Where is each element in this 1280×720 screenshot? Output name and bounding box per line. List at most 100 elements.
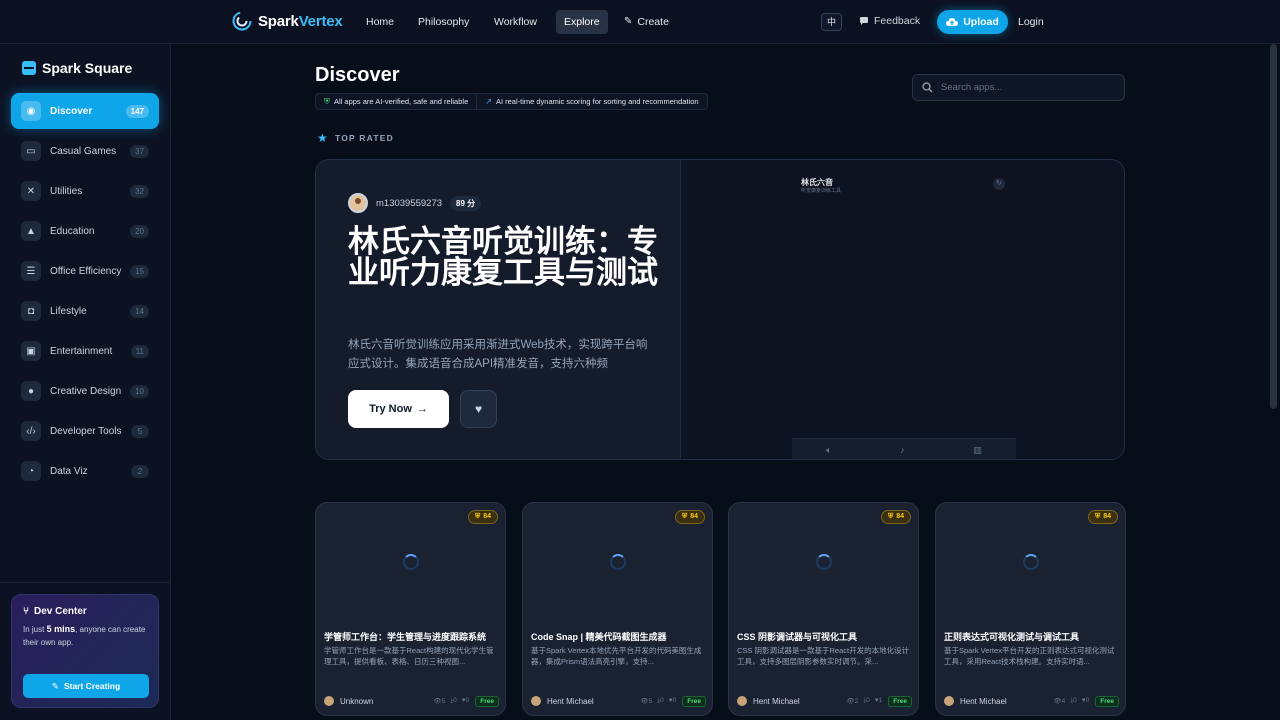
start-creating-button[interactable]: ✎ Start Creating [23,674,149,698]
sidebar-item-creative-design[interactable]: ● Creative Design 10 [11,373,159,409]
avatar [737,696,747,706]
loading-spinner-icon [816,554,832,570]
start-creating-label: Start Creating [63,681,121,691]
dev-center-description: In just 5 mins, anyone can create their … [23,624,146,647]
sidebar-item-office-efficiency[interactable]: ☰ Office Efficiency 15 [11,253,159,289]
author-name: m13039559273 [376,197,443,209]
upload-label: Upload [963,16,999,28]
language-toggle-button[interactable]: 中 [821,13,842,31]
graduation-cap-icon: ▲ [21,221,41,241]
featured-app-info: m13039559273 89 分 林氏六音听觉训练：专业听力康复工具与测试 林… [316,160,680,459]
nav-workflow[interactable]: Workflow [486,10,545,34]
download-icon: ⤓0 [450,697,457,704]
app-card[interactable]: ⛨ 84 正则表达式可视化测试与调试工具 基于Spark Vertex平台开发的正… [935,502,1126,716]
app-card-stats: 👁︎5 ⤓0 ♥0 [640,697,676,705]
shield-icon: ⛨ [681,513,688,520]
sidebar-item-discover[interactable]: ◉ Discover 147 [11,93,159,129]
brand-name: SparkVertex [258,12,343,30]
login-link[interactable]: Login [1018,16,1044,28]
sidebar-item-label: Creative Design [50,385,122,397]
trust-tags: ⛨ All apps are AI-verified, safe and rel… [315,93,708,110]
arrow-right-icon: → [416,403,428,415]
brand-logo-link[interactable]: SparkVertex [232,11,343,31]
sidebar-item-developer-tools[interactable]: ‹/› Developer Tools 5 [11,413,159,449]
nav-philosophy[interactable]: Philosophy [410,10,477,34]
nav-home[interactable]: Home [358,10,402,34]
featured-app-card[interactable]: m13039559273 89 分 林氏六音听觉训练：专业听力康复工具与测试 林… [315,159,1125,460]
sidebar-item-entertainment[interactable]: ▣ Entertainment 11 [11,333,159,369]
heart-icon: ♥0 [668,697,677,704]
app-card-description: 学管师工作台是一款基于React构建的现代化学生管理工具，提供看板、表格、日历三… [324,646,494,666]
ai-verified-tag: ⛨ All apps are AI-verified, safe and rel… [316,94,476,109]
price-badge: Free [1095,695,1119,707]
sidebar-item-casual-games[interactable]: ▭ Casual Games 37 [11,133,159,169]
loading-spinner-icon [403,554,419,570]
heart-icon: ♥ [474,402,483,416]
page-scrollbar[interactable] [1270,44,1277,409]
sidebar-item-count: 15 [130,264,149,278]
upload-button[interactable]: Upload [937,10,1008,34]
price-badge: Free [475,695,499,707]
download-icon: ⤓0 [657,697,664,704]
try-now-label: Try Now [369,403,412,415]
sidebar-item-label: Lifestyle [50,305,87,317]
app-card[interactable]: ⛨ 84 Code Snap | 精美代码截图生成器 基于Spark Vertex… [522,502,713,716]
trending-up-icon: ↗ [485,97,492,106]
preview-frame: 林氏六音 听觉康复训练工具 ↻ 🔈︎ ♪ ▥ [792,160,1016,459]
heart-icon: ♥1 [874,697,883,704]
avatar [324,696,334,706]
sidebar-item-label: Entertainment [50,345,113,357]
shield-check-icon: ⛨ [324,97,330,106]
git-branch-icon: ⑂ [23,606,29,617]
app-card-footer: Hent Michael 👁︎4 ⤓0 ♥0 Free [944,694,1119,708]
feedback-link[interactable]: Feedback [859,15,920,27]
search-box[interactable] [912,74,1125,101]
sidebar-item-count: 14 [130,304,149,318]
shield-icon: ⛨ [887,513,894,520]
featured-app-preview: 林氏六音 听觉康复训练工具 ↻ 🔈︎ ♪ ▥ [680,160,1124,459]
sidebar-title-label: Spark Square [42,60,133,76]
eye-icon: 👁︎5 [640,698,653,705]
app-card-stats: 👁︎2 ⤓0 ♥1 [846,697,882,705]
featured-app-title: 林氏六音听觉训练：专业听力康复工具与测试 [348,224,658,290]
app-card[interactable]: ⛨ 84 学管师工作台：学生管理与进度跟踪系统 学管师工作台是一款基于React构… [315,502,506,716]
app-card-author: Hent Michael [753,696,800,706]
sidebar-item-count: 37 [130,144,149,158]
search-input[interactable] [941,82,1111,93]
search-icon [922,82,933,93]
sidebar-title: Spark Square [22,60,132,76]
spiral-logo-icon [232,11,252,31]
app-card-description: CSS 阴影调试器是一款基于React开发的本地化设计工具，支持多图层阴影参数实… [737,646,910,666]
sidebar-item-count: 5 [131,424,149,438]
sidebar: Spark Square ◉ Discover 147 ▭ Casual Gam… [0,44,171,720]
tools-icon: ✕ [21,181,41,201]
feedback-label: Feedback [874,15,921,27]
nav-explore[interactable]: Explore [556,10,608,34]
app-card[interactable]: ⛨ 84 CSS 阴影调试器与可视化工具 CSS 阴影调试器是一款基于React开… [728,502,919,716]
sidebar-item-data-viz[interactable]: ◔ Data Viz 2 [11,453,159,489]
app-card-title: 正则表达式可视化测试与调试工具 [944,632,1080,642]
eye-icon: 👁︎4 [1053,698,1066,705]
favorite-button[interactable]: ♥ [460,390,497,428]
sidebar-item-count: 32 [130,184,149,198]
sidebar-item-lifestyle[interactable]: ◘ Lifestyle 14 [11,293,159,329]
app-card-description: 基于Spark Vertex本地优先平台开发的代码美图生成器，集成Prism语法… [531,646,702,666]
heart-icon: ♥0 [461,697,470,704]
sidebar-item-utilities[interactable]: ✕ Utilities 32 [11,173,159,209]
loading-spinner-icon [610,554,626,570]
sidebar-item-education[interactable]: ▲ Education 20 [11,213,159,249]
eye-icon: 👁︎5 [433,698,446,705]
compass-icon: ◉ [21,101,41,121]
chart-icon: ▥ [973,444,982,455]
sidebar-item-count: 20 [130,224,149,238]
avatar [944,696,954,706]
price-badge: Free [888,695,912,707]
try-now-button[interactable]: Try Now → [348,390,449,428]
coffee-icon: ◘ [21,301,41,321]
avatar [531,696,541,706]
price-badge: Free [682,695,706,707]
nav-create[interactable]: ✎ Create [616,10,677,34]
sidebar-item-label: Casual Games [50,145,117,157]
sidebar-item-count: 147 [125,104,149,118]
score-badge: ⛨ 84 [1087,510,1118,524]
